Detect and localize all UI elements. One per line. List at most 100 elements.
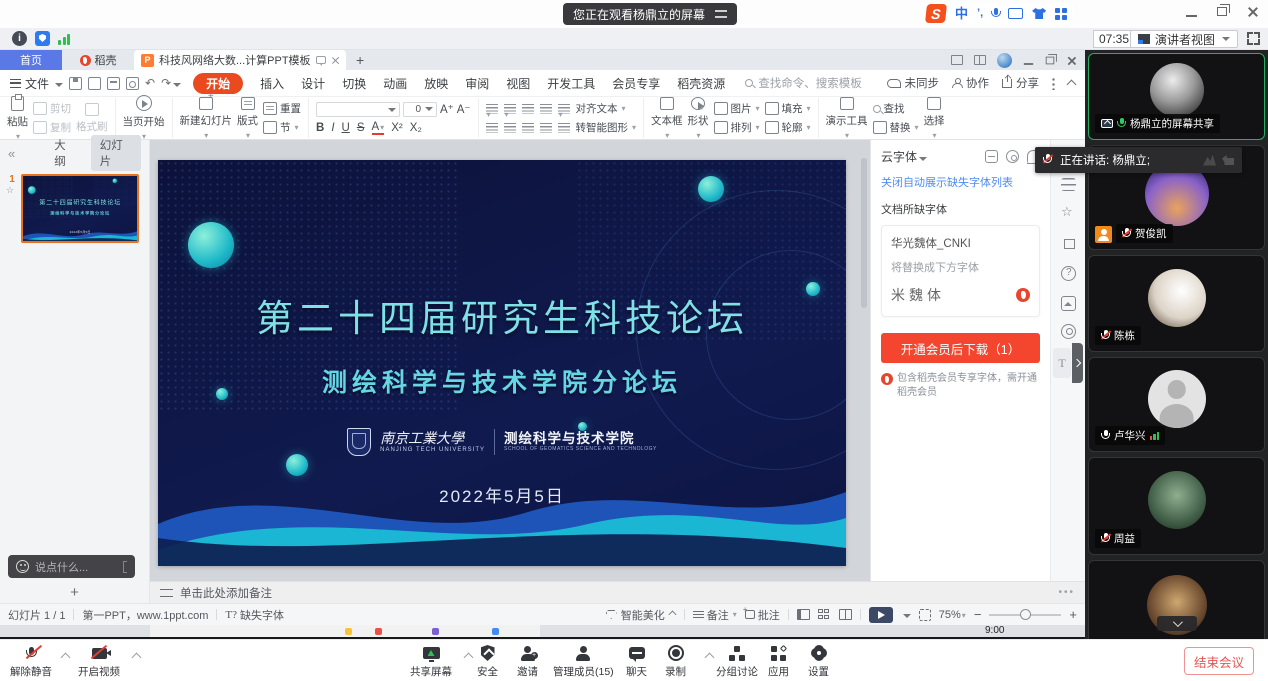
audio-options-caret[interactable] — [61, 653, 71, 663]
settings-button[interactable]: 设置 — [808, 644, 829, 679]
normal-view-icon[interactable] — [797, 609, 810, 620]
slideshow-play-button[interactable] — [869, 607, 893, 623]
align-text-button[interactable]: 对齐文本 — [576, 101, 626, 116]
zoom-out-button[interactable]: − — [974, 607, 982, 622]
slide-title[interactable]: 第二十四届研究生科技论坛 — [158, 288, 846, 342]
panel-expand-chevron[interactable] — [1157, 616, 1197, 631]
breakout-button[interactable]: 分组讨论 — [716, 644, 758, 679]
text-box-button[interactable]: 文本框 — [651, 97, 683, 140]
copy-button[interactable]: 复制 — [33, 120, 71, 135]
start-video-button[interactable]: 开启视频 — [78, 644, 120, 679]
zoom-in-button[interactable]: + — [1069, 607, 1077, 622]
ime-mic-icon[interactable] — [992, 8, 999, 19]
cloud-font-title[interactable]: 云字体 — [881, 148, 927, 165]
location-icon[interactable] — [1061, 324, 1076, 339]
slide-subtitle[interactable]: 测绘科学与技术学院分论坛 — [158, 363, 846, 399]
tab-home[interactable]: 首页 — [0, 50, 62, 70]
tab-docer[interactable]: 稻壳 — [62, 50, 134, 70]
new-slide-button[interactable]: 新建幻灯片 — [180, 97, 233, 140]
ime-punct-toggle[interactable]: ’, — [977, 8, 983, 19]
export-icon[interactable] — [88, 77, 101, 90]
image-tools-icon[interactable] — [1061, 296, 1076, 311]
outline-button[interactable]: 轮廓 — [765, 120, 811, 135]
record-options-caret[interactable] — [705, 653, 715, 663]
view-mode-selector[interactable]: 演讲者视图 — [1130, 30, 1238, 48]
quick-chat-input[interactable]: 说点什么... — [8, 555, 135, 578]
layout-button[interactable]: 版式 — [237, 97, 258, 140]
numbering-icon[interactable] — [504, 104, 516, 114]
security-button[interactable]: 安全 — [477, 644, 498, 679]
underline-button[interactable]: U — [342, 122, 350, 134]
menu-start[interactable]: 开始 — [193, 73, 243, 94]
wps-minimize-icon[interactable] — [1024, 63, 1033, 65]
slide-date[interactable]: 2022年5月5日 — [158, 482, 846, 507]
text-direction-icon[interactable] — [558, 104, 570, 114]
share-options-caret[interactable] — [464, 653, 474, 663]
reply-arrow-icon[interactable] — [1222, 155, 1234, 165]
meeting-info-icon[interactable]: i — [12, 31, 27, 46]
add-slide-button[interactable]: + — [0, 584, 149, 601]
reading-view-icon[interactable] — [839, 609, 852, 620]
chat-button[interactable]: 聊天 — [626, 644, 647, 679]
manage-members-button[interactable]: 管理成员(15) — [553, 644, 614, 679]
sorter-view-icon[interactable] — [818, 609, 831, 620]
fit-page-icon[interactable] — [919, 609, 931, 621]
subscript-button[interactable]: X₂ — [410, 122, 422, 134]
zoom-knob[interactable] — [1020, 609, 1031, 620]
beautify-star-icon[interactable] — [1061, 206, 1076, 221]
shapes-button[interactable]: 形状 — [688, 97, 709, 140]
slide-canvas[interactable]: 第二十四届研究生科技论坛 测绘科学与技术学院分论坛 南京工業大學 NANJING… — [150, 140, 870, 603]
menu-insert[interactable]: 插入 — [260, 75, 284, 92]
close-icon[interactable] — [1247, 6, 1258, 17]
arrange-button[interactable]: 排列 — [714, 120, 760, 135]
save-icon[interactable] — [69, 77, 82, 90]
ime-keyboard-icon[interactable] — [1008, 8, 1023, 19]
end-meeting-button[interactable]: 结束会议 — [1184, 647, 1254, 675]
smart-graphics-button[interactable]: 转智能图形 — [576, 120, 637, 135]
present-tools-button[interactable]: 演示工具 — [826, 97, 868, 140]
missing-fonts-status[interactable]: T? 缺失字体 — [225, 607, 284, 623]
font-grow-button[interactable]: A⁺ — [440, 102, 454, 117]
find-button[interactable]: 查找 — [873, 101, 919, 116]
paste-button[interactable]: 粘贴 — [7, 96, 28, 141]
ime-skin-icon[interactable] — [1032, 8, 1046, 19]
font-name-select[interactable] — [316, 102, 400, 117]
align-center-icon[interactable] — [504, 123, 516, 133]
play-options-caret[interactable] — [901, 609, 911, 621]
command-search[interactable]: 查找命令、搜索模板 — [745, 75, 862, 91]
raise-hand-icon[interactable] — [1203, 155, 1216, 166]
reset-button[interactable]: 重置 — [263, 101, 301, 116]
cut-button[interactable]: 剪切 — [33, 101, 71, 116]
layout-view-icon[interactable] — [951, 55, 963, 65]
picture-button[interactable]: 图片 — [714, 101, 760, 116]
font-panel-tab[interactable]: T — [1053, 348, 1071, 378]
ime-lang-toggle[interactable]: 中 — [955, 7, 968, 20]
sync-status[interactable]: 未同步 — [887, 75, 940, 91]
align-left-icon[interactable] — [486, 123, 498, 133]
ime-toolbar[interactable]: S 中 ’, — [920, 3, 1073, 24]
italic-button[interactable]: I — [331, 122, 334, 134]
watching-banner[interactable]: 您正在观看杨鼎立的屏幕 — [563, 3, 737, 25]
undo-icon[interactable]: ↶ — [145, 76, 155, 90]
close-autoshow-link[interactable]: 关闭自动展示缺失字体列表 — [881, 174, 1040, 190]
participant-tile[interactable]: 杨鼎立的屏幕共享 — [1088, 53, 1265, 140]
tab-outline[interactable]: 大纲 — [45, 135, 85, 171]
font-color-button[interactable]: A — [372, 121, 385, 135]
sidebar-collapse-icon[interactable]: « — [8, 146, 15, 161]
redo-icon[interactable]: ↷ — [161, 76, 181, 90]
bullets-icon[interactable] — [486, 104, 498, 114]
menu-review[interactable]: 审阅 — [465, 75, 489, 92]
menu-docer-res[interactable]: 稻壳资源 — [677, 75, 725, 92]
canvas-scrollbar[interactable] — [861, 158, 867, 308]
minimize-icon[interactable] — [1186, 15, 1197, 17]
replace-button[interactable]: 替换 — [873, 120, 919, 135]
comments-button[interactable]: 批注 — [745, 607, 780, 623]
chat-resize-handle[interactable] — [123, 561, 127, 573]
share-screen-button[interactable]: 共享屏幕 — [410, 644, 452, 679]
line-spacing-icon[interactable] — [558, 123, 570, 133]
panel-collapse-handle[interactable] — [1072, 343, 1083, 383]
unmute-button[interactable]: 解除静音 — [10, 644, 52, 679]
menu-animation[interactable]: 动画 — [383, 75, 407, 92]
collapse-ribbon-icon[interactable] — [1067, 80, 1077, 90]
beautify-button[interactable]: 智能美化 — [606, 607, 676, 623]
